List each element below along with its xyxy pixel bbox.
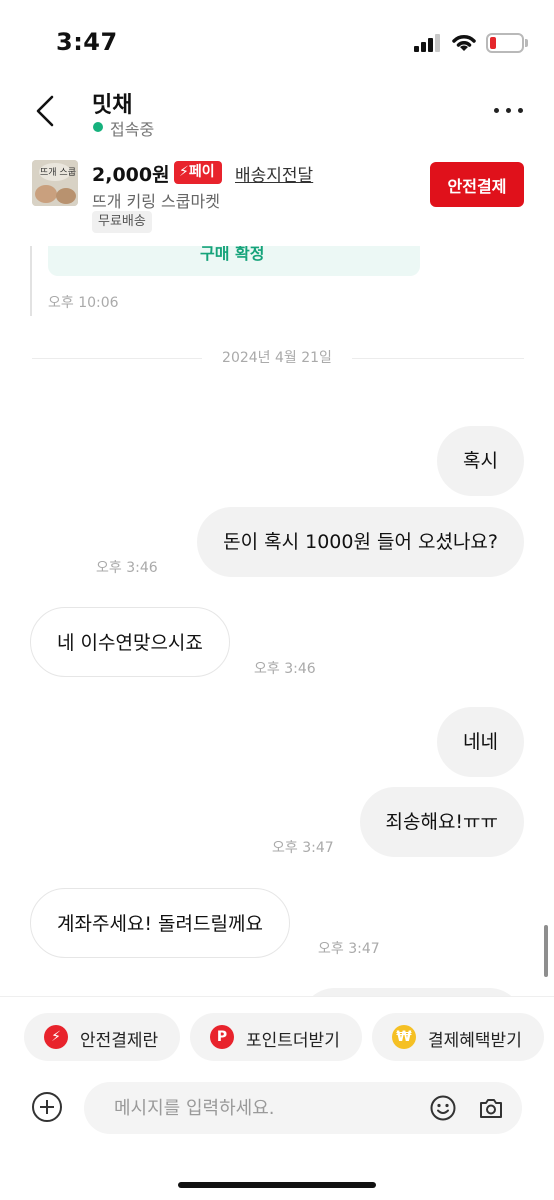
quick-action-safe-pay[interactable]: ⚡ 안전결제란 [24, 1013, 180, 1061]
message-time: 오후 3:46 [254, 661, 316, 677]
thumbnail-caption: 뜨개 스쿱 [40, 167, 76, 178]
free-shipping-tag: 무료배송 [92, 211, 152, 233]
scrollbar[interactable] [544, 925, 548, 977]
message-input-bar [0, 1072, 554, 1200]
quick-action-benefits[interactable]: ₩ 결제혜택받기 [372, 1013, 544, 1061]
received-message-bubble[interactable]: 네 이수연맞으시죠 [30, 607, 230, 677]
message-list[interactable]: 구매 확정 오후 10:06 2024년 4월 21일 혹시 돈이 혹시 100… [0, 246, 554, 996]
message-time: 오후 3:47 [272, 840, 334, 856]
sent-message-bubble[interactable]: 죄송해요!ㅠㅠ [359, 787, 524, 857]
add-attachment-icon[interactable] [32, 1092, 62, 1122]
previous-card-rail [30, 246, 32, 316]
product-price: 2,000원 [92, 164, 170, 186]
more-options-icon[interactable] [492, 106, 526, 116]
product-title: 뜨개 키링 스쿱마켓 [92, 192, 220, 211]
status-time: 3:47 [56, 28, 118, 56]
chat-header: 밋채 접속중 [0, 80, 554, 150]
quick-action-label: 결제혜택받기 [428, 1031, 522, 1051]
camera-icon[interactable] [478, 1095, 504, 1121]
date-divider: 2024년 4월 21일 [222, 350, 332, 366]
shipping-method-link[interactable]: 배송지전달 [235, 161, 313, 186]
purchase-confirm-label: 구매 확정 [200, 246, 265, 263]
received-message-bubble[interactable]: 계좌주세요! 돌려드릴께요 [30, 888, 290, 958]
wifi-icon [452, 35, 476, 51]
message-time: 오후 10:06 [48, 295, 119, 311]
status-bar: 3:47 [0, 0, 554, 80]
battery-icon [486, 33, 524, 53]
product-info-bar[interactable]: 뜨개 스쿱 2,000원 ⚡페이 배송지전달 뜨개 키링 스쿱마켓 무료배송 안… [0, 152, 554, 246]
message-time: 오후 3:47 [318, 941, 380, 957]
message-time: 오후 3:46 [96, 560, 158, 576]
quick-action-bar: ⚡ 안전결제란 P 포인트더받기 ₩ 결제혜택받기 [0, 996, 554, 1072]
signal-icon [414, 34, 442, 52]
back-icon[interactable] [30, 94, 64, 128]
quick-action-points[interactable]: P 포인트더받기 [190, 1013, 362, 1061]
lightning-icon: ⚡ [44, 1025, 68, 1049]
pay-badge-label: 페이 [188, 164, 215, 180]
battery-tip [525, 39, 528, 47]
sent-message-bubble[interactable]: 네네 [437, 707, 524, 777]
online-status-dot [93, 122, 103, 132]
product-thumbnail[interactable]: 뜨개 스쿱 [32, 160, 78, 206]
message-input[interactable] [84, 1082, 522, 1134]
home-indicator [178, 1182, 376, 1188]
quick-action-label: 포인트더받기 [246, 1031, 340, 1051]
chat-partner-name: 밋채 [92, 93, 133, 118]
pay-badge: ⚡페이 [174, 161, 222, 184]
quick-action-label: 안전결제란 [80, 1031, 159, 1051]
sent-message-bubble-partial[interactable] [300, 988, 524, 996]
safe-pay-button[interactable]: 안전결제 [430, 162, 524, 207]
lightning-icon: ⚡ [179, 164, 189, 180]
won-icon: ₩ [392, 1025, 416, 1049]
p-icon: P [210, 1025, 234, 1049]
sent-message-bubble[interactable]: 돈이 혹시 1000원 들어 오셨나요? [197, 507, 524, 577]
emoji-icon[interactable] [430, 1095, 456, 1121]
online-status-text: 접속중 [110, 120, 155, 139]
sent-message-bubble[interactable]: 혹시 [437, 426, 524, 496]
